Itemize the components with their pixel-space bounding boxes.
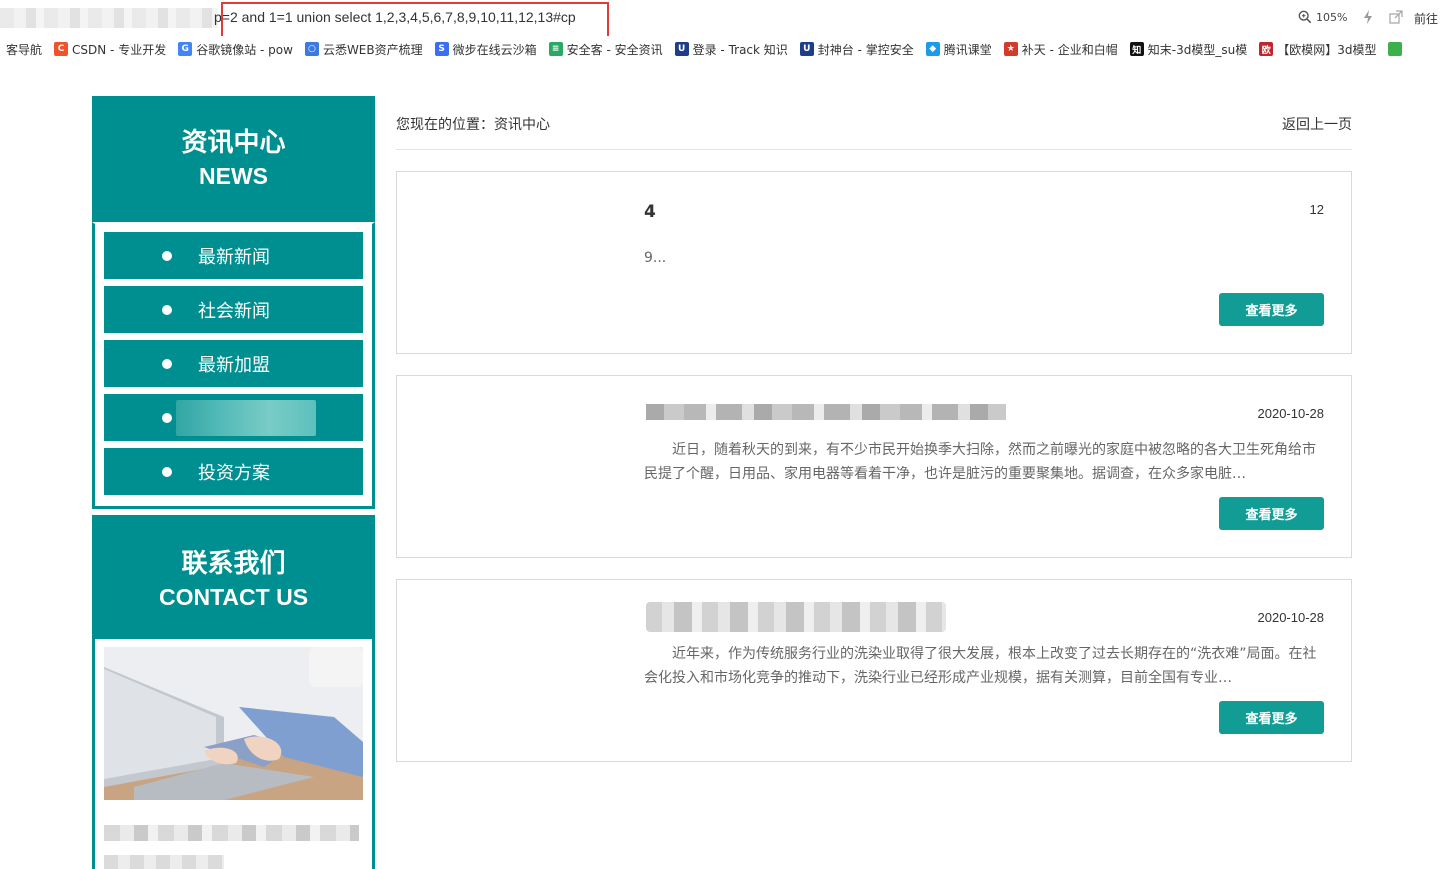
bookmark-label: 微步在线云沙箱 [452,42,537,57]
url-highlight-box [221,2,609,39]
breadcrumb-row: 您现在的位置：资讯中心 返回上一页 [396,96,1352,150]
bookmark-item[interactable]: ≡ 安全客 - 安全资讯 [543,41,669,58]
bookmark-item[interactable]: ○ 云悉WEB资产梳理 [299,41,429,58]
menu-item-social-news[interactable]: 社会新闻 [104,286,363,333]
news-category-menu: 最新新闻 社会新闻 最新加盟 投资方案 [92,222,375,509]
bookmark-label: CSDN - 专业开发 [72,42,167,57]
redacted-label [176,399,316,436]
bookmark-favicon-icon: S [434,42,449,56]
contact-header: 联系我们 CONTACT US [92,515,375,639]
bookmark-item[interactable]: G 谷歌镜像站 - pow [172,41,299,58]
view-more-button[interactable]: 查看更多 [1219,701,1324,734]
article-card: 2020-10-28 近年来，作为传统服务行业的洗染业取得了很大发展，根本上改变… [396,579,1352,762]
article-date: 2020-10-28 [1257,406,1325,421]
bookmark-label: 腾讯课堂 [943,42,992,57]
article-excerpt: 近年来，作为传统服务行业的洗染业取得了很大发展，根本上改变了过去长期存在的“洗衣… [644,646,1317,686]
bookmark-item[interactable]: C CSDN - 专业开发 [48,41,172,58]
menu-item-label: 投资方案 [198,462,270,484]
bookmark-label: 安全客 - 安全资讯 [566,42,663,57]
news-title-en: NEWS [199,163,268,189]
menu-item-label: 最新新闻 [198,246,270,268]
zoom-icon [1298,10,1312,24]
bullet-icon [162,358,172,369]
bookmark-favicon-icon: U [799,42,814,56]
news-header: 资讯中心 NEWS [92,96,375,222]
bookmark-item[interactable]: 欧【欧模网】3d模型 [1253,41,1382,58]
bookmark-label: 客导航 [6,42,43,57]
article-date: 12 [1309,202,1324,217]
bookmark-item[interactable]: ★ 补天 - 企业和白帽 [998,41,1124,58]
share-icon[interactable] [1388,9,1404,25]
bookmark-item[interactable]: S 微步在线云沙箱 [429,41,543,58]
bookmark-label: 云悉WEB资产梳理 [322,42,423,57]
bookmark-favicon-icon: ◆ [925,42,940,56]
main-content: 您现在的位置：资讯中心 返回上一页 4 12 9... 查看更多 2020-10… [396,96,1352,762]
bookmark-item[interactable]: 知知末-3d模型_su模 [1124,41,1253,58]
bullet-icon [162,304,172,315]
article-excerpt: 近日，随着秋天的到来，有不少市民开始换季大扫除，然而之前曝光的家庭中被忽略的各大… [644,442,1316,482]
bookmark-label: 谷歌镜像站 - pow [196,42,293,57]
breadcrumb: 您现在的位置：资讯中心 [396,116,550,133]
bookmark-overflow-icon[interactable] [1388,42,1403,56]
article-date: 2020-10-28 [1257,610,1325,625]
bookmark-favicon-icon: C [54,42,69,56]
bookmark-favicon-icon: 知 [1129,42,1144,56]
article-card: 4 12 9... 查看更多 [396,171,1352,354]
article-excerpt: 9... [644,250,667,266]
go-button[interactable]: 前往 [1414,10,1438,27]
contact-photo-laptop [104,647,363,800]
bookmark-favicon-icon: U [674,42,689,56]
laptop-illustration [104,647,363,800]
zoom-indicator[interactable]: 105% [1298,10,1347,24]
menu-item-redacted[interactable] [104,394,363,441]
bookmark-label: 知末-3d模型_su模 [1147,42,1248,57]
zoom-level: 105% [1316,10,1348,24]
contact-title-en: CONTACT US [158,584,309,610]
bookmark-label: 封神台 - 掌控安全 [817,42,914,57]
bookmark-label: 【欧模网】3d模型 [1277,42,1377,57]
bookmark-item[interactable]: U 封神台 - 掌控安全 [794,41,920,58]
contact-body [92,639,375,869]
bookmark-favicon-icon: ★ [1003,42,1018,56]
bookmark-favicon-icon: ○ [304,42,319,56]
bookmark-item[interactable]: ◆ 腾讯课堂 [920,41,998,58]
menu-item-label: 最新加盟 [198,354,270,376]
contact-title-cn: 联系我们 [181,549,286,579]
article-card: 2020-10-28 近日，随着秋天的到来，有不少市民开始换季大扫除，然而之前曝… [396,375,1352,558]
bookmark-label: 登录 - Track 知识 [692,42,788,57]
menu-item-latest-news[interactable]: 最新新闻 [104,232,363,279]
contact-info-redacted [104,855,224,869]
bullet-icon [162,412,172,423]
bookmark-favicon-icon: ≡ [548,42,563,56]
url-redacted-prefix [0,8,218,28]
bookmark-favicon-icon: 欧 [1259,42,1274,56]
bookmark-item[interactable]: 客导航 [0,41,48,58]
news-title-cn: 资讯中心 [181,128,286,158]
bullet-icon [162,250,172,261]
view-more-button[interactable]: 查看更多 [1219,293,1324,326]
bookmark-item[interactable]: U 登录 - Track 知识 [669,41,794,58]
contact-info-redacted [104,825,359,841]
back-link[interactable]: 返回上一页 [1282,114,1352,134]
article-title[interactable]: 4 [644,202,656,222]
bookmark-label: 补天 - 企业和白帽 [1021,42,1118,57]
article-title-redacted[interactable] [646,602,946,632]
bullet-icon [162,466,172,477]
address-bar[interactable]: p=2 and 1=1 union select 1,2,3,4,5,6,7,8… [0,0,1455,39]
bookmarks-bar: 客导航 C CSDN - 专业开发 G 谷歌镜像站 - pow ○ 云悉WEB资产梳理 S 微步… [0,36,1455,62]
article-title-redacted[interactable] [646,404,1006,420]
menu-item-investment-plan[interactable]: 投资方案 [104,448,363,495]
view-more-button[interactable]: 查看更多 [1219,497,1324,530]
menu-item-latest-franchise[interactable]: 最新加盟 [104,340,363,387]
lightning-icon[interactable] [1360,9,1376,25]
menu-item-label: 社会新闻 [198,300,270,322]
bookmark-favicon-icon: G [178,42,193,56]
sidebar: 资讯中心 NEWS 最新新闻 社会新闻 最新加盟 投资方案 联系我们 CONTA… [92,96,375,869]
